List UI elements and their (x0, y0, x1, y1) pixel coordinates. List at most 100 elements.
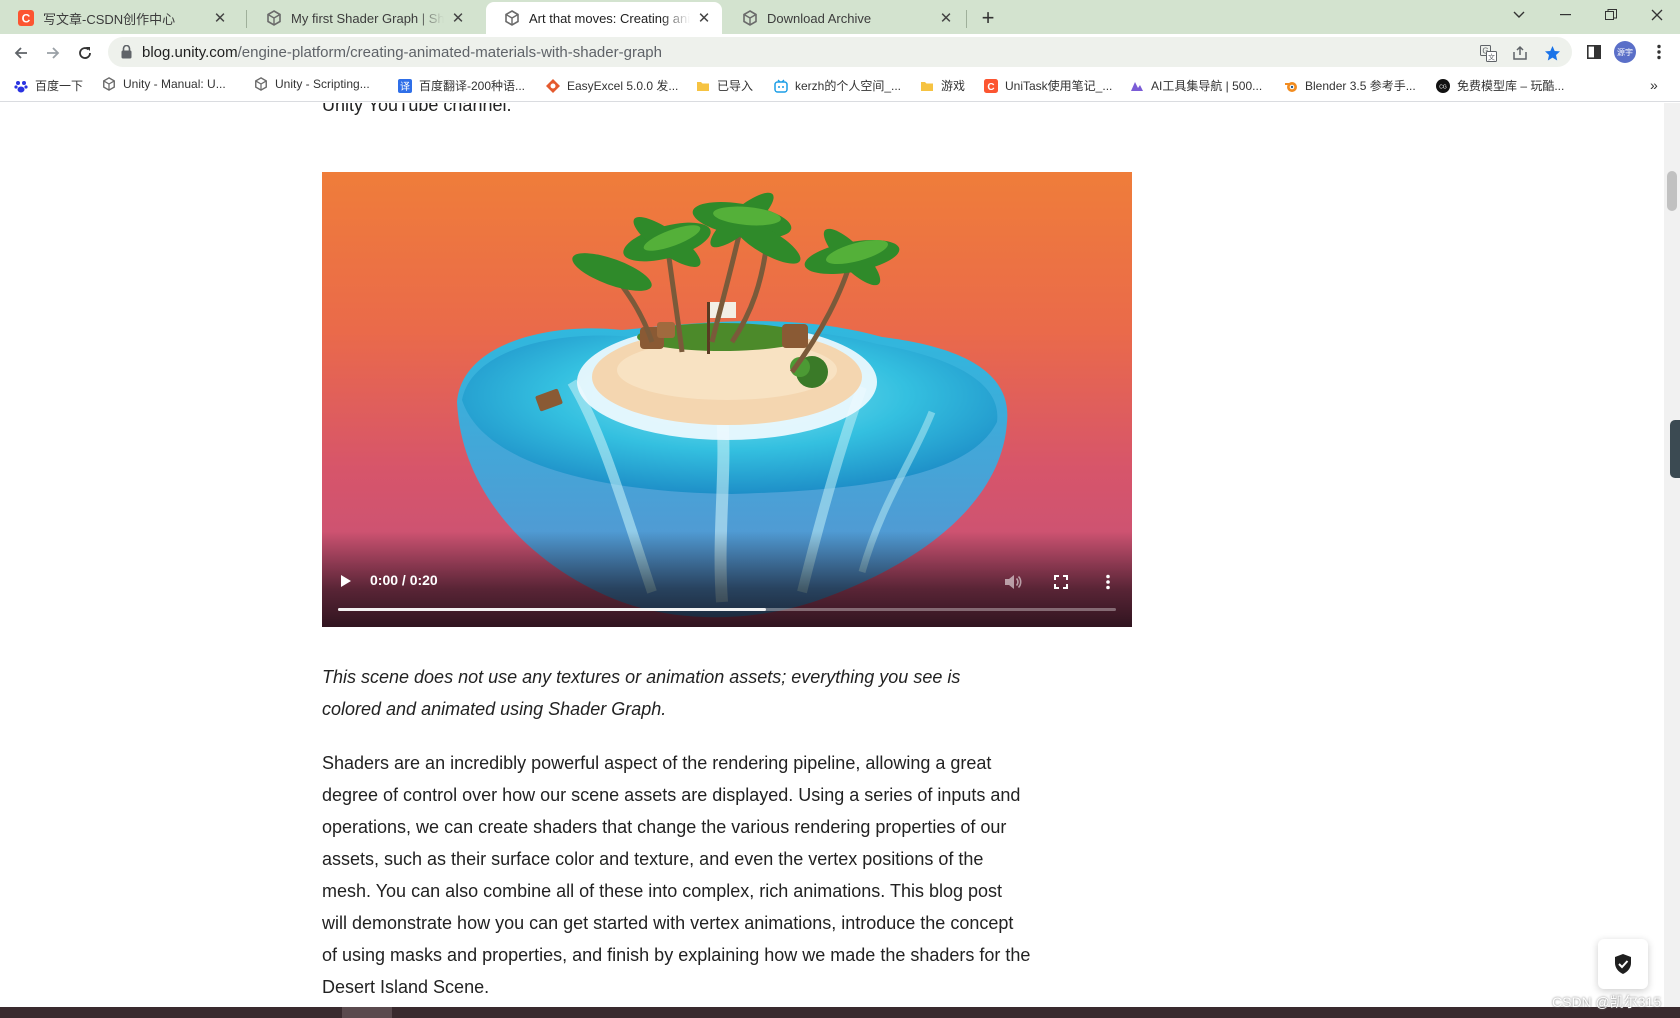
bookmark-item[interactable]: 已导入 (696, 77, 753, 94)
article-paragraph: Shaders are an incredibly powerful aspec… (322, 753, 1031, 997)
bookmark-label: AI工具集导航 | 500... (1151, 79, 1263, 93)
folder-icon (696, 79, 710, 93)
ai-icon (1130, 79, 1144, 93)
tab-art-that-moves[interactable]: Art that moves: Creating anim ✕ (486, 2, 722, 34)
page-scrollbar[interactable] (1664, 103, 1680, 1007)
unity-icon (266, 10, 282, 26)
csdn-watermark: CSDN @凯尔315 (1552, 994, 1662, 1010)
svg-text:文: 文 (1488, 52, 1495, 61)
video-more-icon[interactable] (1097, 571, 1119, 593)
shield-check-icon (1615, 954, 1631, 974)
url-text[interactable]: blog.unity.com/engine-platform/creating-… (142, 44, 662, 61)
svg-text:CG: CG (1439, 84, 1447, 90)
bookmark-item[interactable]: EasyExcel 5.0.0 发... (546, 77, 678, 94)
svg-text:C: C (987, 82, 994, 93)
unity-icon (102, 77, 116, 91)
side-panel-icon[interactable] (1583, 41, 1605, 63)
bilibili-icon (774, 79, 788, 93)
bookmark-label: 已导入 (717, 79, 754, 93)
bookmark-item[interactable]: Unity - Manual: U... (102, 77, 226, 91)
blender-icon (1284, 79, 1298, 93)
back-button[interactable] (8, 40, 34, 66)
close-icon[interactable]: ✕ (450, 10, 466, 27)
menu-icon[interactable] (1648, 41, 1670, 63)
mute-button[interactable] (1002, 571, 1024, 593)
video-player[interactable]: 0:00 / 0:20 (322, 172, 1132, 627)
share-icon[interactable] (1510, 43, 1530, 63)
more-bookmarks-button[interactable]: » (1650, 77, 1658, 93)
profile-avatar[interactable]: 源宇 (1614, 41, 1636, 63)
translate-icon[interactable]: G文 (1478, 43, 1498, 63)
new-tab-button[interactable]: + (976, 5, 1000, 30)
restore-button[interactable] (1588, 0, 1634, 30)
taskbar (0, 1007, 1680, 1018)
bookmark-item[interactable]: C UniTask使用笔记_... (984, 77, 1112, 94)
video-progress-bar[interactable] (338, 608, 1116, 611)
video-progress-fill (338, 608, 766, 611)
translate-icon: 译 (398, 78, 412, 93)
bookmark-label: 百度翻译-200种语... (419, 79, 526, 93)
bookmark-item[interactable]: 译 百度翻译-200种语... (398, 77, 525, 94)
bookmark-item[interactable]: kerzh的个人空间_... (774, 77, 901, 94)
tab-shader-graph[interactable]: My first Shader Graph | Shader ✕ (248, 2, 476, 34)
close-window-button[interactable] (1634, 0, 1680, 30)
video-time: 0:00 / 0:20 (370, 572, 438, 588)
bookmark-label: 游戏 (941, 79, 966, 93)
lock-icon[interactable] (121, 44, 132, 64)
taskbar-active-item[interactable] (342, 1007, 392, 1018)
close-icon[interactable]: ✕ (212, 10, 228, 27)
bookmark-label: UniTask使用笔记_... (1005, 79, 1113, 93)
bookmark-item[interactable]: CG 免费模型库 – 玩酷... (1436, 77, 1564, 94)
easyexcel-icon (546, 78, 560, 93)
svg-text:译: 译 (400, 81, 410, 93)
play-button[interactable] (336, 571, 356, 591)
unity-icon (254, 77, 268, 91)
tab-title: My first Shader Graph | Shader (291, 10, 444, 26)
bookmark-star-icon[interactable] (1542, 43, 1562, 63)
cg-icon: CG (1436, 78, 1450, 93)
close-icon[interactable]: ✕ (696, 10, 712, 27)
bookmark-item[interactable]: 百度一下 (14, 77, 83, 94)
tab-search-button[interactable] (1496, 0, 1542, 30)
tab-separator (246, 10, 247, 28)
tab-csdn[interactable]: C 写文章-CSDN创作中心 ✕ (0, 2, 238, 34)
bookmark-item[interactable]: Blender 3.5 参考手... (1284, 77, 1416, 94)
forward-button[interactable] (40, 40, 66, 66)
tab-separator (966, 10, 967, 28)
baidu-icon (14, 79, 28, 93)
url-host: blog.unity.com (142, 44, 238, 61)
csdn-icon: C (984, 78, 998, 93)
bookmark-label: Unity - Manual: U... (123, 77, 226, 91)
video-controls: 0:00 / 0:20 (322, 531, 1132, 627)
security-shield-button[interactable] (1598, 939, 1648, 989)
bookmark-item[interactable]: AI工具集导航 | 500... (1130, 77, 1262, 94)
address-bar[interactable]: blog.unity.com/engine-platform/creating-… (108, 37, 1572, 67)
scrollbar-thumb[interactable] (1667, 171, 1677, 211)
unity-icon (742, 10, 758, 26)
chevron-double-right-icon: » (1650, 77, 1658, 93)
bookmark-label: 百度一下 (35, 79, 84, 93)
csdn-icon: C (18, 10, 34, 26)
side-extension-handle[interactable] (1670, 420, 1680, 478)
tab-title: 写文章-CSDN创作中心 (43, 11, 176, 27)
close-icon[interactable]: ✕ (938, 10, 954, 27)
svg-text:C: C (22, 12, 31, 26)
bookmark-label: Unity - Scripting... (275, 77, 370, 91)
tab-title: Download Archive (767, 10, 872, 26)
url-path: /engine-platform/creating-animated-mater… (237, 44, 662, 61)
bookmark-label: 免费模型库 – 玩酷... (1457, 79, 1565, 93)
fullscreen-button[interactable] (1050, 571, 1072, 593)
tab-strip: C 写文章-CSDN创作中心 ✕ My first Shader Graph |… (0, 0, 1680, 34)
tab-title: Art that moves: Creating anim (529, 10, 690, 26)
reload-button[interactable] (72, 40, 98, 66)
bookmark-item[interactable]: 游戏 (920, 77, 965, 94)
tab-download-archive[interactable]: Download Archive ✕ (724, 2, 964, 34)
page-content: Unity YouTube channel. 0:00 / 0:20 This … (0, 103, 1664, 1007)
bookmarks-bar: 百度一下 Unity - Manual: U... Unity - Script… (0, 70, 1680, 102)
partial-text-line: Unity YouTube channel. (322, 103, 512, 115)
folder-icon (920, 79, 934, 93)
toolbar: blog.unity.com/engine-platform/creating-… (0, 34, 1680, 70)
bookmark-label: kerzh的个人空间_... (795, 79, 902, 93)
bookmark-item[interactable]: Unity - Scripting... (254, 77, 370, 91)
minimize-button[interactable] (1542, 0, 1588, 30)
